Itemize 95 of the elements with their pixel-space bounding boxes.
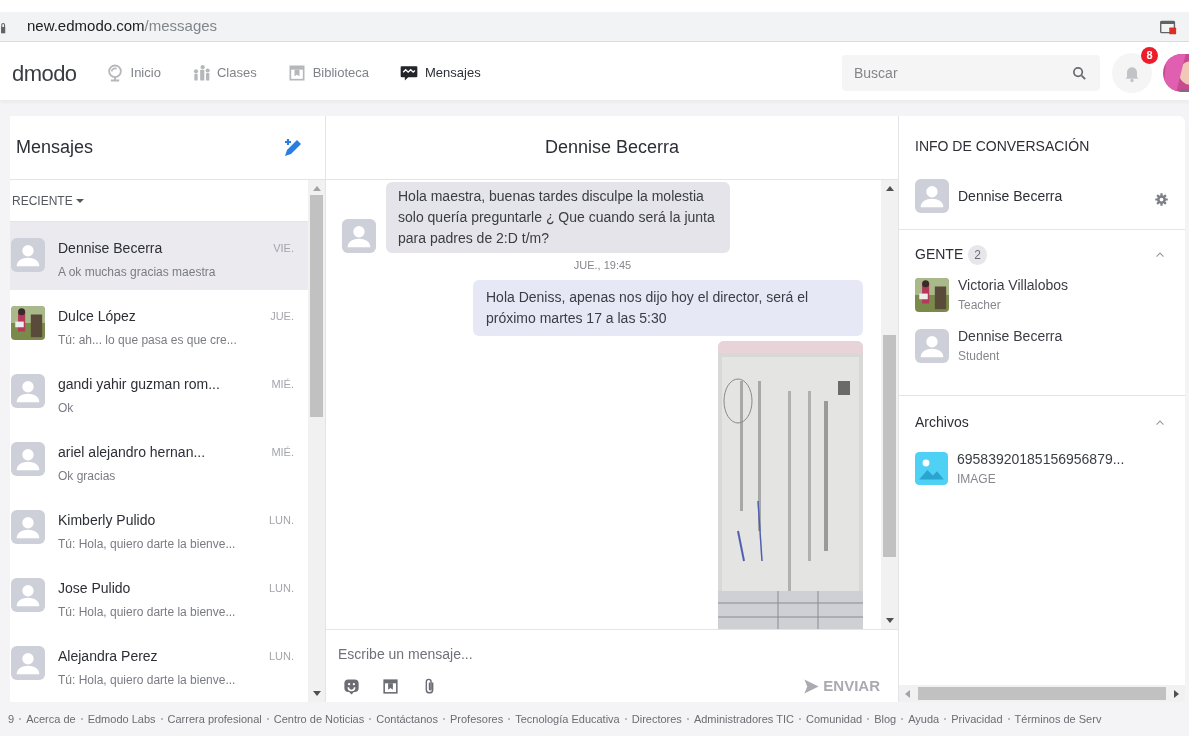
day-label: JUE. bbox=[270, 309, 294, 324]
person-name: Dennise Becerra bbox=[958, 327, 1063, 346]
person-role: Teacher bbox=[958, 297, 1002, 314]
person-role: Student bbox=[958, 348, 1001, 365]
chat-icon bbox=[399, 63, 419, 83]
footer-link[interactable]: 9 bbox=[8, 710, 15, 728]
image-file-icon bbox=[915, 452, 948, 485]
day-label: LUN. bbox=[268, 581, 294, 596]
avatar-icon bbox=[11, 510, 45, 544]
library-icon[interactable] bbox=[381, 676, 400, 696]
footer-link[interactable]: Blog bbox=[874, 710, 897, 728]
contact-name: Jose Pulido bbox=[58, 579, 132, 598]
avatar-icon bbox=[11, 578, 45, 612]
contact-name: Dulce López bbox=[58, 307, 137, 326]
avatar-icon bbox=[915, 179, 949, 213]
message-preview: Ok bbox=[58, 400, 75, 417]
notifications-button[interactable] bbox=[1112, 53, 1152, 93]
caret-icon bbox=[75, 198, 84, 203]
chat-title: Dennise Becerra bbox=[544, 136, 680, 159]
footer-link[interactable]: Carrera profesional bbox=[167, 710, 262, 728]
file-type: IMAGE bbox=[957, 471, 997, 488]
footer-link[interactable]: Directores bbox=[631, 710, 682, 728]
avatar-icon bbox=[342, 219, 376, 253]
settings-icon[interactable] bbox=[1154, 191, 1169, 207]
footer-link[interactable]: Edmodo Labs bbox=[87, 710, 156, 728]
day-label: VIE. bbox=[273, 241, 294, 256]
message-preview: Tú: ah... lo que pasa es que cre... bbox=[58, 332, 238, 349]
scroll-thumb[interactable] bbox=[883, 335, 896, 557]
search-field[interactable]: Buscar bbox=[842, 55, 1100, 91]
scroll-thumb[interactable] bbox=[918, 687, 1166, 700]
contact-name: Dennise Becerra bbox=[958, 186, 1064, 206]
timestamp: JUE., 19:45 bbox=[573, 258, 632, 273]
footer-link[interactable]: Profesores bbox=[449, 710, 504, 728]
footer-link[interactable]: Términos de Serv bbox=[1014, 710, 1102, 728]
notification-count: 8 bbox=[1141, 47, 1158, 64]
contact-name: Kimberly Pulido bbox=[58, 511, 157, 530]
scrollbar[interactable] bbox=[899, 685, 1185, 702]
avatar-icon bbox=[11, 646, 45, 680]
conversation-item[interactable]: Dennise Becerra A ok muchas gracias maestra VIE. bbox=[10, 222, 308, 290]
section-title: INFO DE CONVERSACIÓN bbox=[915, 137, 1091, 156]
contact-name: Alejandra Perez bbox=[58, 647, 159, 666]
day-label: MIÉ. bbox=[271, 377, 294, 392]
section-title: GENTE bbox=[915, 245, 964, 264]
footer-link[interactable]: Ayuda bbox=[908, 710, 940, 728]
contact-name: Dennise Becerra bbox=[58, 239, 164, 258]
scroll-thumb[interactable] bbox=[310, 195, 323, 417]
person-name: Victoria Villalobos bbox=[958, 276, 1068, 295]
contact-name: gandi yahir guzman rom... bbox=[58, 375, 221, 394]
footer-link[interactable]: Tecnología Educativa bbox=[515, 710, 620, 728]
footer-link[interactable]: Administradores TIC bbox=[693, 710, 794, 728]
url-text: new.edmodo.com/messages bbox=[27, 16, 218, 37]
scrollbar[interactable] bbox=[881, 180, 898, 629]
message-preview: Tú: Hola, quiero darte la bienve... bbox=[58, 536, 237, 553]
file-item[interactable]: 69583920185156956879... IMAGE bbox=[915, 449, 1169, 488]
footer-link[interactable]: Privacidad bbox=[951, 710, 1003, 728]
message-preview: A ok muchas gracias maestra bbox=[58, 264, 217, 281]
message-field[interactable]: Escribe un mensaje... bbox=[338, 644, 738, 665]
footer-link[interactable]: Acerca de bbox=[26, 710, 76, 728]
section-title: Archivos bbox=[915, 413, 969, 432]
avatar-icon bbox=[915, 328, 949, 363]
scroll-up-icon[interactable] bbox=[885, 186, 894, 191]
message-bubble: Hola Deniss, apenas nos dijo hoy el director, será el próximo martes 17 a las 5:30 bbox=[473, 279, 863, 336]
scroll-left-icon[interactable] bbox=[905, 689, 910, 698]
sticker-icon[interactable] bbox=[342, 676, 361, 696]
nav-link[interactable]: Mensajes bbox=[399, 63, 481, 83]
nav-link[interactable]: Clases bbox=[190, 63, 257, 83]
day-label: LUN. bbox=[268, 513, 294, 528]
panel-title: Mensajes bbox=[16, 136, 94, 159]
footer-link[interactable]: Contáctanos bbox=[376, 710, 438, 728]
message-preview: Tú: Hola, quiero darte la bienve... bbox=[58, 604, 237, 621]
logo-text[interactable]: dmodo bbox=[12, 56, 77, 90]
message-preview: Tú: Hola, quiero darte la bienve... bbox=[58, 672, 237, 689]
contact-name: ariel alejandro hernan... bbox=[58, 443, 207, 462]
day-label: LUN. bbox=[268, 649, 294, 664]
scrollbar[interactable] bbox=[308, 180, 325, 702]
avatar-icon bbox=[11, 442, 45, 476]
address-bar[interactable]: new.edmodo.com/messages bbox=[0, 12, 1189, 42]
day-label: MIÉ. bbox=[271, 445, 294, 460]
collapse-icon[interactable] bbox=[1155, 251, 1165, 258]
send-icon bbox=[803, 677, 821, 695]
collapse-icon[interactable] bbox=[1155, 419, 1165, 426]
scroll-right-icon[interactable] bbox=[1174, 689, 1179, 698]
scroll-down-icon[interactable] bbox=[312, 691, 321, 696]
avatar-icon bbox=[11, 374, 45, 408]
search-icon[interactable] bbox=[1071, 65, 1088, 82]
file-name: 69583920185156956879... bbox=[957, 450, 1125, 469]
message-preview: Ok gracias bbox=[58, 468, 117, 485]
message-bubble: Hola maestra, buenas tardes disculpe la molestia solo quería preguntarle ¿ Que cuando será la junta para padres de 2:D t/m? bbox=[386, 182, 730, 253]
footer-link[interactable]: Comunidad bbox=[805, 710, 863, 728]
avatar-icon bbox=[11, 238, 45, 272]
scroll-down-icon[interactable] bbox=[885, 618, 894, 623]
nav-link[interactable]: Biblioteca bbox=[286, 63, 369, 83]
nav-link[interactable]: Inicio bbox=[104, 63, 161, 83]
footer-link[interactable]: Centro de Noticias bbox=[273, 710, 365, 728]
count-badge: 2 bbox=[968, 244, 987, 265]
